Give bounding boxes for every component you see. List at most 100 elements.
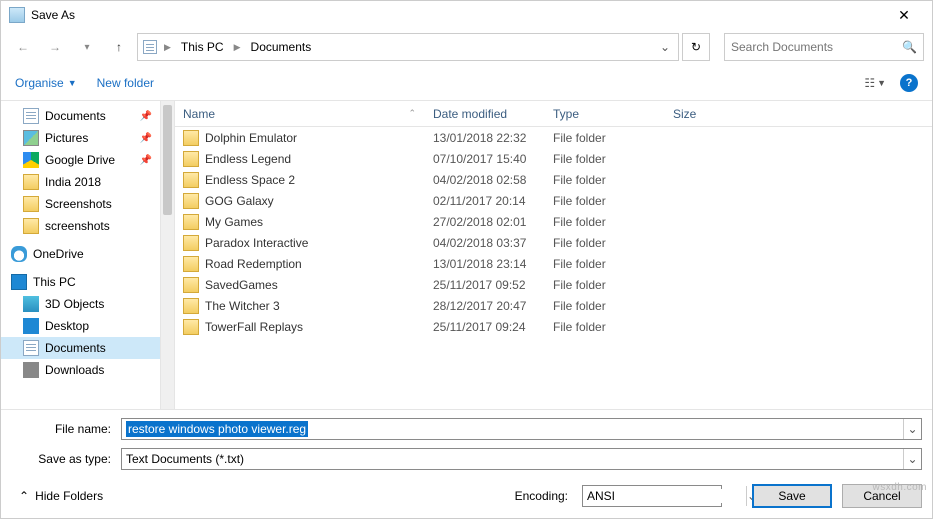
file-date: 25/11/2017 09:52 — [425, 278, 545, 292]
tree-item-india[interactable]: India 2018 — [1, 171, 160, 193]
column-name[interactable]: Name⌃ — [175, 107, 425, 121]
save-type-field[interactable]: ⌄ — [121, 448, 922, 470]
breadcrumb-sep-icon[interactable]: ▶ — [162, 42, 173, 53]
file-type: File folder — [545, 152, 665, 166]
file-name: TowerFall Replays — [205, 320, 303, 334]
folder-icon — [183, 256, 199, 272]
breadcrumb-sep-icon[interactable]: ▶ — [232, 42, 243, 53]
tree-item-pictures[interactable]: Pictures📌 — [1, 127, 160, 149]
onedrive-icon — [11, 246, 27, 262]
app-icon — [9, 7, 25, 23]
filename-value[interactable]: restore windows photo viewer.reg — [126, 421, 308, 437]
file-row[interactable]: Endless Legend07/10/2017 15:40File folde… — [175, 148, 932, 169]
tree-item-documents-quick[interactable]: Documents📌 — [1, 105, 160, 127]
file-date: 04/02/2018 02:58 — [425, 173, 545, 187]
folder-icon — [183, 235, 199, 251]
folder-icon — [23, 174, 39, 190]
new-folder-button[interactable]: New folder — [97, 76, 154, 90]
file-type: File folder — [545, 215, 665, 229]
help-button[interactable]: ? — [900, 74, 918, 92]
file-rows[interactable]: Dolphin Emulator13/01/2018 22:32File fol… — [175, 127, 932, 409]
forward-button: → — [41, 33, 69, 61]
address-bar[interactable]: ▶ This PC ▶ Documents ⌄ — [137, 33, 679, 61]
tree-item-screenshots-1[interactable]: Screenshots — [1, 193, 160, 215]
file-row[interactable]: Dolphin Emulator13/01/2018 22:32File fol… — [175, 127, 932, 148]
file-list: Name⌃ Date modified Type Size Dolphin Em… — [175, 101, 932, 409]
refresh-button[interactable]: ↻ — [682, 33, 710, 61]
watermark: wsxdh.com — [872, 482, 927, 493]
tree-item-screenshots-2[interactable]: screenshots — [1, 215, 160, 237]
breadcrumb-root[interactable]: This PC — [177, 38, 228, 56]
title-bar: Save As ✕ — [1, 1, 932, 29]
location-icon — [142, 39, 158, 55]
address-dropdown-icon[interactable]: ⌄ — [656, 40, 674, 54]
tree-item-desktop[interactable]: Desktop — [1, 315, 160, 337]
column-date[interactable]: Date modified — [425, 107, 545, 121]
tree-item-3d-objects[interactable]: 3D Objects — [1, 293, 160, 315]
file-type: File folder — [545, 173, 665, 187]
file-row[interactable]: TowerFall Replays25/11/2017 09:24File fo… — [175, 316, 932, 337]
scrollbar-thumb[interactable] — [163, 105, 172, 215]
file-date: 28/12/2017 20:47 — [425, 299, 545, 313]
search-input[interactable] — [731, 40, 902, 54]
folder-icon — [23, 196, 39, 212]
up-button[interactable]: ↑ — [105, 33, 133, 61]
file-name: The Witcher 3 — [205, 299, 280, 313]
form-area: File name: restore windows photo viewer.… — [1, 410, 932, 478]
3d-objects-icon — [23, 296, 39, 312]
pin-icon: 📌 — [140, 111, 156, 122]
filename-label: File name: — [11, 422, 121, 436]
column-size[interactable]: Size — [665, 107, 745, 121]
file-type: File folder — [545, 236, 665, 250]
encoding-value[interactable] — [583, 489, 746, 503]
encoding-field[interactable]: ⌄ — [582, 485, 722, 507]
save-button[interactable]: Save — [752, 484, 832, 508]
file-row[interactable]: SavedGames25/11/2017 09:52File folder — [175, 274, 932, 295]
file-row[interactable]: Paradox Interactive04/02/2018 03:37File … — [175, 232, 932, 253]
tree-item-documents[interactable]: Documents — [1, 337, 160, 359]
google-drive-icon — [23, 152, 39, 168]
tree-scrollbar[interactable] — [161, 101, 175, 409]
recent-locations-button[interactable]: ▾ — [73, 33, 101, 61]
file-date: 02/11/2017 20:14 — [425, 194, 545, 208]
close-button[interactable]: ✕ — [884, 1, 924, 29]
file-date: 25/11/2017 09:24 — [425, 320, 545, 334]
folder-icon — [183, 193, 199, 209]
chevron-up-icon: ⌃ — [19, 489, 29, 503]
folder-icon — [23, 218, 39, 234]
organise-button[interactable]: Organise ▼ — [15, 76, 77, 90]
search-icon[interactable]: 🔍 — [902, 40, 917, 54]
desktop-icon — [23, 318, 39, 334]
column-type[interactable]: Type — [545, 107, 665, 121]
file-row[interactable]: Road Redemption13/01/2018 23:14File fold… — [175, 253, 932, 274]
tree-item-downloads[interactable]: Downloads — [1, 359, 160, 381]
nav-bar: ← → ▾ ↑ ▶ This PC ▶ Documents ⌄ ↻ 🔍 — [1, 29, 932, 65]
folder-icon — [183, 319, 199, 335]
window-title: Save As — [31, 8, 884, 22]
file-type: File folder — [545, 278, 665, 292]
breadcrumb-current[interactable]: Documents — [247, 38, 316, 56]
navigation-tree[interactable]: Documents📌 Pictures📌 Google Drive📌 India… — [1, 101, 161, 409]
filename-field[interactable]: restore windows photo viewer.reg ⌄ — [121, 418, 922, 440]
document-icon — [23, 340, 39, 356]
file-row[interactable]: GOG Galaxy02/11/2017 20:14File folder — [175, 190, 932, 211]
file-row[interactable]: The Witcher 328/12/2017 20:47File folder — [175, 295, 932, 316]
tree-item-this-pc[interactable]: This PC — [1, 271, 160, 293]
search-box[interactable]: 🔍 — [724, 33, 924, 61]
file-row[interactable]: My Games27/02/2018 02:01File folder — [175, 211, 932, 232]
back-button[interactable]: ← — [9, 33, 37, 61]
hide-folders-button[interactable]: ⌃Hide Folders — [19, 489, 103, 503]
file-date: 27/02/2018 02:01 — [425, 215, 545, 229]
save-type-value[interactable] — [122, 452, 903, 466]
file-date: 13/01/2018 22:32 — [425, 131, 545, 145]
file-type: File folder — [545, 194, 665, 208]
tree-item-onedrive[interactable]: OneDrive — [1, 243, 160, 265]
encoding-label: Encoding: — [515, 489, 572, 503]
save-type-dropdown-icon[interactable]: ⌄ — [903, 449, 921, 469]
column-headers: Name⌃ Date modified Type Size — [175, 101, 932, 127]
view-options-button[interactable]: ☷ ▼ — [864, 76, 886, 90]
filename-dropdown-icon[interactable]: ⌄ — [903, 419, 921, 439]
file-row[interactable]: Endless Space 204/02/2018 02:58File fold… — [175, 169, 932, 190]
file-date: 04/02/2018 03:37 — [425, 236, 545, 250]
tree-item-google-drive[interactable]: Google Drive📌 — [1, 149, 160, 171]
